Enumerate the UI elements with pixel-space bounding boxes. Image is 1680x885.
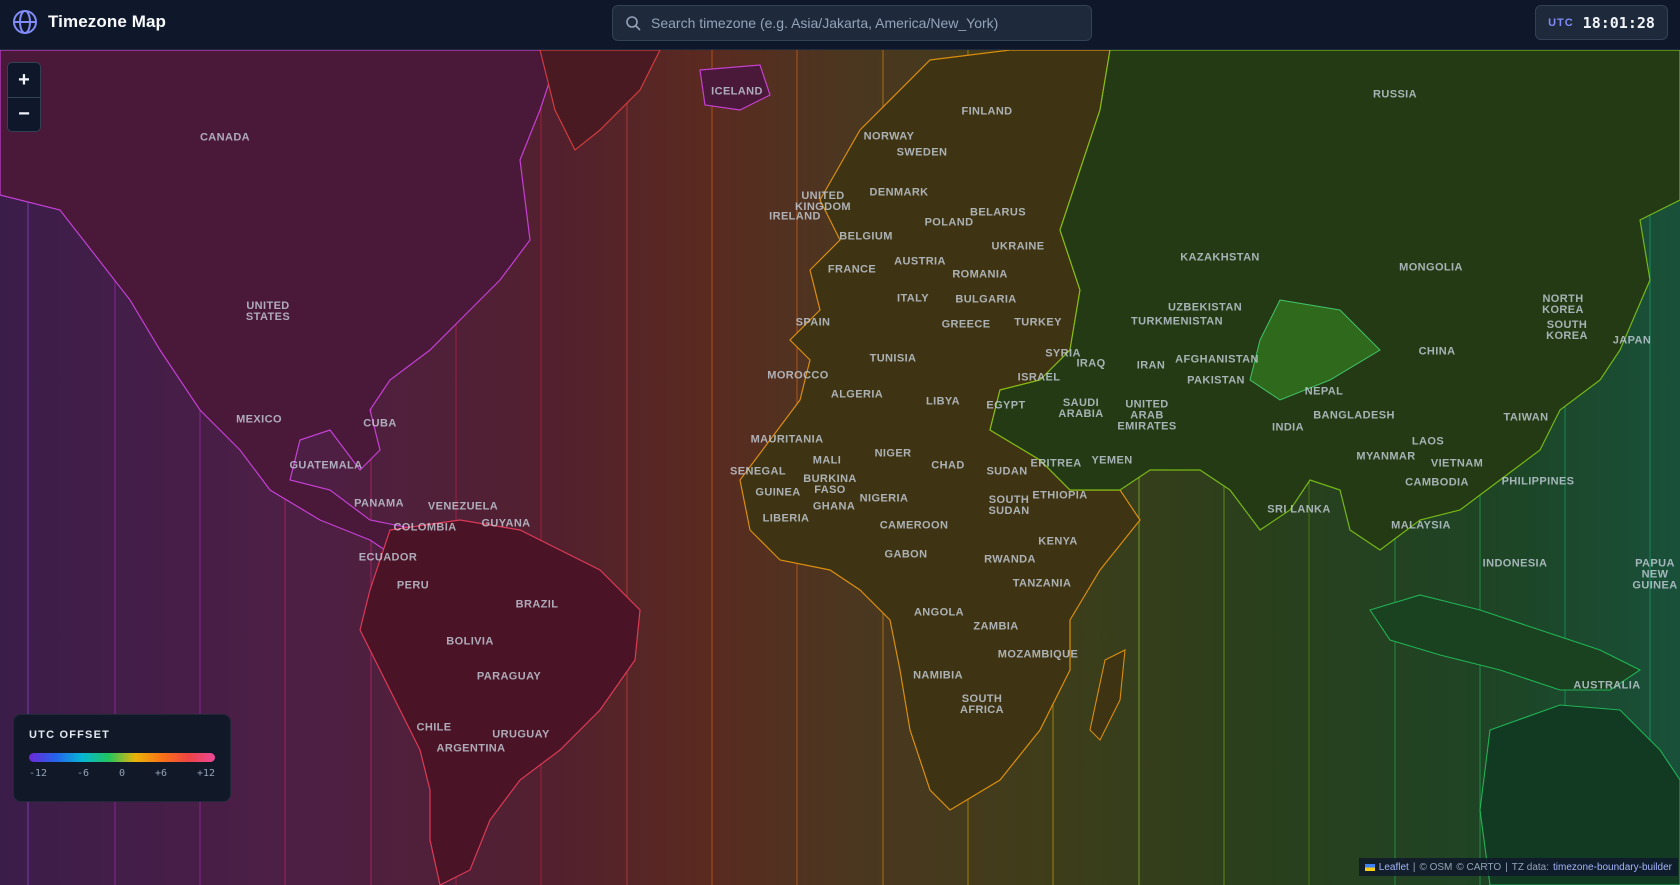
zoom-in-button[interactable]: + [8, 63, 40, 97]
brand: Timezone Map [12, 9, 166, 35]
legend-tick: +12 [196, 768, 215, 779]
utc-offset-legend: UTC OFFSET -12 -6 0 +6 +12 [13, 714, 231, 802]
map-attribution: Leaflet | © OSM © CARTO | TZ data: timez… [1358, 858, 1678, 876]
zoom-out-button[interactable]: − [8, 97, 40, 131]
separator: | [1412, 861, 1416, 873]
legend-tick: -6 [77, 768, 90, 779]
tz-source-link[interactable]: timezone-boundary-builder [1553, 862, 1672, 873]
search-input[interactable] [651, 15, 1091, 31]
leaflet-link[interactable]: Leaflet [1379, 862, 1409, 873]
clock-time: 18:01:28 [1582, 13, 1655, 32]
zoom-control: + − [7, 62, 41, 132]
clock-label: UTC [1548, 16, 1574, 29]
globe-icon [13, 10, 37, 34]
search-box[interactable] [612, 5, 1092, 41]
ukraine-flag-icon [1364, 863, 1375, 871]
carto-credit[interactable]: © CARTO [1456, 862, 1501, 873]
search-icon [626, 16, 641, 31]
legend-tick: 0 [118, 768, 126, 779]
app-header: Timezone Map UTC 18:01:28 [0, 0, 1680, 50]
app-title: Timezone Map [48, 12, 167, 31]
utc-clock: UTC 18:01:28 [1535, 5, 1668, 40]
legend-tick: +6 [154, 768, 167, 779]
legend-ticks: -12 -6 0 +6 +12 [29, 768, 215, 779]
legend-tick: -12 [29, 768, 48, 779]
legend-gradient-bar [29, 753, 215, 762]
map-background[interactable] [0, 50, 1680, 885]
osm-credit[interactable]: © OSM [1419, 862, 1452, 873]
legend-title: UTC OFFSET [29, 729, 111, 741]
map-canvas[interactable]: ICELAND RUSSIA FINLAND NORWAY SWEDEN CANADA DE… [0, 50, 1680, 885]
tz-data-prefix: TZ data: [1511, 861, 1550, 873]
separator: | [1505, 861, 1508, 873]
